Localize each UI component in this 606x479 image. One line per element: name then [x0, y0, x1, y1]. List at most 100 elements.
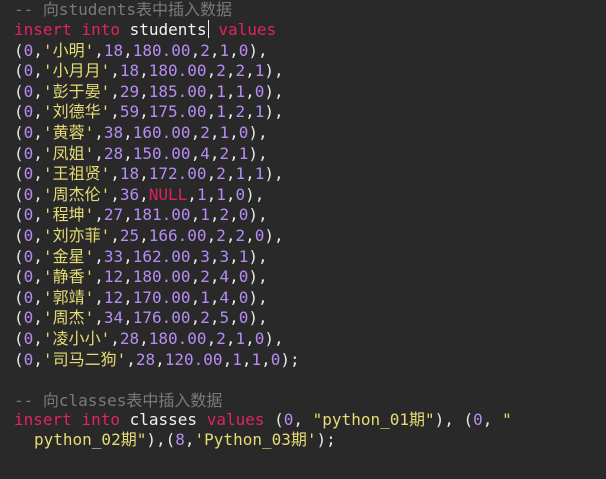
- value-number: 1: [216, 81, 226, 101]
- punctuation: ': [100, 164, 111, 184]
- punctuation: ,: [139, 102, 149, 122]
- value-number: 150.00: [132, 143, 191, 163]
- punctuation: ,: [245, 328, 255, 348]
- punctuation: ': [84, 287, 95, 307]
- punctuation: ),: [248, 246, 268, 266]
- punctuation: ,: [190, 40, 201, 60]
- punctuation: ,: [94, 246, 104, 266]
- value-number: 2: [216, 164, 226, 184]
- punctuation: ': [84, 205, 95, 225]
- student-name: 王祖贤: [52, 164, 101, 184]
- punctuation: ': [42, 184, 53, 204]
- value-number: 180.00: [148, 61, 207, 81]
- punctuation: ': [84, 267, 95, 287]
- punctuation: ,: [110, 61, 120, 81]
- punctuation: ,: [94, 40, 104, 60]
- punctuation: ,: [222, 349, 233, 369]
- punctuation: ),: [248, 308, 268, 328]
- punctuation: ,: [33, 328, 43, 348]
- punctuation: ': [84, 40, 95, 60]
- value-number: 180.00: [132, 40, 191, 60]
- value-number: 0: [238, 267, 249, 287]
- punctuation: (: [14, 81, 24, 101]
- student-name: 小明: [52, 40, 85, 60]
- punctuation: ': [84, 246, 95, 266]
- punctuation: ': [100, 61, 111, 81]
- value-number: 1: [235, 328, 246, 348]
- punctuation: ,: [126, 349, 136, 369]
- punctuation: ),: [264, 81, 284, 101]
- value-number: 0: [23, 205, 34, 225]
- value-number: 0: [238, 308, 249, 328]
- value-row: (0,'司马二狗',28,120.00,1,1,0);: [14, 350, 606, 371]
- value-number: 181.00: [132, 205, 191, 225]
- punctuation: (: [14, 287, 24, 307]
- student-name: 司马二狗: [52, 349, 117, 369]
- punctuation: ,: [229, 308, 239, 328]
- value-number: 4: [219, 267, 230, 287]
- punctuation: (: [14, 328, 24, 348]
- value-row: (0,'小明',18,180.00,2,1,0),: [14, 41, 606, 62]
- punctuation: ,: [94, 143, 104, 163]
- punctuation: ,: [123, 40, 133, 60]
- punctuation: ': [42, 267, 53, 287]
- punctuation: ,: [33, 122, 43, 142]
- student-name: 小月月: [52, 61, 101, 81]
- value-number: 172.00: [148, 164, 207, 184]
- punctuation: ),: [264, 225, 284, 245]
- value-number: 3: [219, 246, 230, 266]
- value-number: 0: [283, 409, 294, 429]
- punctuation: (: [14, 184, 24, 204]
- punctuation: ),: [264, 328, 284, 348]
- value-number: 18: [119, 61, 140, 81]
- punctuation: ,: [33, 40, 43, 60]
- value-number: 180.00: [132, 267, 191, 287]
- code-editor[interactable]: -- 向students表中插入数据 insert into students …: [0, 0, 606, 479]
- punctuation: ,: [229, 246, 239, 266]
- punctuation: ,: [110, 328, 120, 348]
- value-number: 2: [235, 225, 246, 245]
- punctuation: ,: [123, 205, 133, 225]
- punctuation: ),: [248, 267, 268, 287]
- punctuation: ,: [123, 308, 133, 328]
- comment-text: 向classes表中插入数据: [42, 390, 223, 410]
- punctuation: ,: [94, 308, 104, 328]
- value-number: 25: [119, 225, 140, 245]
- value-number: 1: [235, 81, 246, 101]
- insert-statement-classes: insert into classes values (0, "python_0…: [14, 410, 606, 431]
- punctuation: ': [100, 225, 111, 245]
- value-number: 2: [235, 61, 246, 81]
- punctuation: ,: [206, 225, 217, 245]
- punctuation: (: [14, 102, 24, 122]
- punctuation: ,: [94, 122, 104, 142]
- punctuation: ,: [94, 287, 104, 307]
- value-number: 0: [23, 40, 34, 60]
- table-name: classes: [129, 409, 198, 429]
- punctuation: ),: [248, 40, 268, 60]
- value-number: 28: [119, 328, 140, 348]
- student-name: 刘亦菲: [52, 225, 101, 245]
- value-row: (0,'周杰伦',36,NULL,1,1,0),: [14, 185, 606, 206]
- punctuation: ': [42, 308, 53, 328]
- punctuation: ': [42, 61, 53, 81]
- punctuation: ),: [264, 164, 284, 184]
- punctuation: ,: [123, 267, 133, 287]
- value-row: (0,'刘德华',59,175.00,1,2,1),: [14, 102, 606, 123]
- value-row: (0,'金星',33,162.00,3,3,1),: [14, 247, 606, 268]
- punctuation: ,: [245, 61, 255, 81]
- value-number: 0: [23, 122, 34, 142]
- punctuation: ),: [264, 61, 284, 81]
- value-number: 4: [219, 287, 230, 307]
- punctuation: ,: [33, 205, 43, 225]
- punctuation: ,: [110, 225, 120, 245]
- keyword-values: values: [218, 20, 277, 39]
- value-number: 2: [219, 205, 230, 225]
- value-number: 0: [23, 184, 34, 204]
- punctuation: ': [42, 143, 53, 163]
- punctuation: ,: [33, 81, 43, 101]
- punctuation: ,: [245, 81, 255, 101]
- punctuation: (: [14, 267, 24, 287]
- value-row: (0,'静香',12,180.00,2,4,0),: [14, 267, 606, 288]
- punctuation: ,: [123, 246, 133, 266]
- value-row: (0,'王祖贤',18,172.00,2,1,1),: [14, 164, 606, 185]
